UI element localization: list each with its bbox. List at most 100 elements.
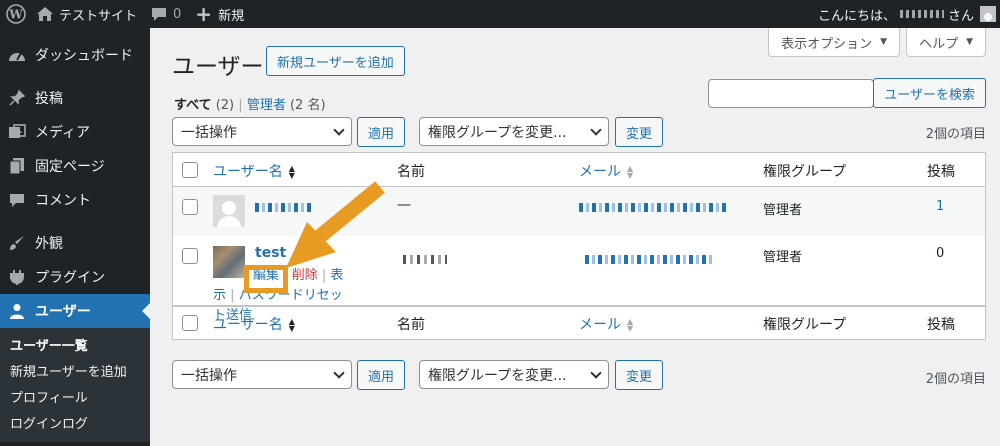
search-users-button[interactable]: ユーザーを検索 [873, 78, 986, 108]
column-username[interactable]: ユーザー名 ▲ ▼ [213, 314, 295, 334]
caret-down-icon: ▼ [966, 37, 973, 47]
annotation-highlight-box [244, 265, 288, 293]
my-account-link[interactable]: こんにちは、 さん [811, 0, 996, 28]
menu-appearance[interactable]: 外観 [0, 226, 150, 260]
submenu-add-new-user[interactable]: 新規ユーザーを追加 [0, 360, 150, 386]
delete-link[interactable]: 削除 [292, 268, 318, 283]
submenu-login-log[interactable]: ログインログ [0, 412, 150, 438]
submenu-all-users[interactable]: ユーザー一覧 [0, 334, 150, 360]
table-footer: ユーザー名 ▲ ▼ 名前 メール ▲ ▼ 権限グループ 投稿 [173, 306, 985, 339]
user-role-filters: すべて (2) | 管理者 (2 名) [174, 94, 326, 113]
posts-count-link[interactable]: 1 [936, 199, 944, 214]
row-checkbox[interactable] [182, 248, 198, 264]
menu-appearance-label: 外観 [35, 236, 63, 252]
apply-button-top[interactable]: 適用 [357, 117, 406, 147]
column-name: 名前 [397, 164, 425, 180]
menu-media[interactable]: メディア [0, 115, 150, 149]
email-link[interactable] [585, 252, 713, 268]
change-role-button-top[interactable]: 変更 [615, 117, 664, 147]
filter-separator: | [238, 98, 243, 113]
column-email[interactable]: メール ▲ ▼ [579, 314, 633, 334]
menu-media-label: メディア [35, 125, 91, 141]
help-button[interactable]: ヘルプ ▼ [906, 28, 986, 57]
users-table: ユーザー名 ▲ ▼ 名前 メール ▲ ▼ 権限グループ 投稿 — 管理者 1 test … [172, 152, 986, 340]
bulk-action-select-top[interactable]: 一括操作 [172, 117, 352, 146]
filter-all[interactable]: すべて [174, 98, 212, 113]
add-new-user-button[interactable]: 新規ユーザーを追加 [266, 46, 405, 76]
comment-bubble-icon [151, 7, 167, 22]
apply-button-bottom[interactable]: 適用 [357, 360, 406, 390]
username-blurred [899, 10, 944, 18]
change-role-select-bottom[interactable]: 権限グループを変更... [419, 360, 609, 389]
table-row: — 管理者 1 [173, 187, 985, 236]
menu-posts[interactable]: 投稿 [0, 81, 150, 115]
username-link[interactable] [255, 200, 313, 216]
admin-menu: ダッシュボード 投稿 メディア 固定ページ コメント 外観 プラグイン ユーザー… [0, 28, 150, 446]
user-icon [7, 301, 27, 321]
name-value: — [397, 197, 411, 213]
greeting-suffix: さん [947, 8, 974, 24]
users-submenu: ユーザー一覧 新規ユーザーを追加 プロフィール ログインログ [0, 328, 150, 442]
column-email-label: メール [579, 164, 621, 180]
table-header: ユーザー名 ▲ ▼ 名前 メール ▲ ▼ 権限グループ 投稿 [173, 153, 985, 187]
sort-icon: ▲ ▼ [288, 317, 295, 333]
greeting: こんにちは、 [817, 8, 896, 24]
column-email[interactable]: メール ▲ ▼ [579, 161, 633, 181]
item-count-top: 2個の項目 [925, 127, 986, 142]
page-title: ユーザー [172, 54, 264, 80]
select-all-checkbox[interactable] [182, 162, 198, 178]
bulk-action-value: 一括操作 [181, 367, 237, 384]
dashboard-icon [7, 45, 27, 65]
site-name-link[interactable]: テストサイト [30, 0, 144, 28]
menu-plugins-label: プラグイン [35, 270, 105, 286]
avatar [980, 6, 996, 22]
screen-options-label: 表示オプション [781, 36, 873, 52]
menu-comments[interactable]: コメント [0, 183, 150, 217]
wordpress-logo-icon[interactable]: W [2, 0, 30, 28]
chevron-down-icon [333, 124, 345, 136]
menu-dashboard[interactable]: ダッシュボード [0, 38, 150, 72]
change-role-value: 権限グループを変更... [428, 124, 567, 141]
username-link[interactable]: test [255, 245, 286, 261]
site-name: テストサイト [59, 8, 138, 24]
menu-users[interactable]: ユーザー [0, 294, 150, 328]
sort-icon: ▲ ▼ [627, 164, 634, 180]
screen-options-button[interactable]: 表示オプション ▼ [768, 28, 901, 57]
caret-down-icon: ▼ [880, 37, 888, 47]
sort-icon: ▲ ▼ [288, 164, 295, 180]
bulk-action-value: 一括操作 [181, 124, 237, 141]
media-icon [7, 122, 27, 142]
comments-link[interactable]: 0 [144, 0, 188, 28]
posts-count: 0 [936, 246, 945, 261]
menu-pages-label: 固定ページ [35, 159, 105, 175]
plus-icon: + [195, 2, 213, 26]
menu-dashboard-label: ダッシュボード [35, 48, 133, 64]
menu-plugins[interactable]: プラグイン [0, 260, 150, 294]
user-search-input[interactable] [708, 79, 874, 108]
column-username[interactable]: ユーザー名 ▲ ▼ [213, 161, 295, 181]
bulk-action-select-bottom[interactable]: 一括操作 [172, 360, 352, 389]
email-link[interactable] [579, 200, 729, 216]
menu-pages[interactable]: 固定ページ [0, 149, 150, 183]
submenu-profile[interactable]: プロフィール [0, 386, 150, 412]
change-role-select-top[interactable]: 権限グループを変更... [419, 117, 609, 146]
chevron-down-icon [590, 124, 602, 136]
pin-icon [7, 88, 27, 108]
column-posts: 投稿 [927, 317, 955, 333]
table-row: test 編集 | 削除 | 表示 | パスワードリセット送信 管理者 0 [173, 236, 985, 323]
row-checkbox[interactable] [182, 199, 198, 215]
svg-text:W: W [8, 8, 23, 22]
filter-admin[interactable]: 管理者 [247, 98, 286, 113]
name-blurred [403, 252, 447, 268]
column-username-label: ユーザー名 [213, 164, 283, 180]
brush-icon [7, 233, 27, 253]
change-role-button-bottom[interactable]: 変更 [615, 360, 664, 390]
role-value: 管理者 [763, 250, 803, 265]
column-name: 名前 [397, 317, 425, 333]
select-all-checkbox[interactable] [182, 315, 198, 331]
new-content-link[interactable]: + 新規 [188, 0, 251, 28]
item-count-bottom: 2個の項目 [925, 372, 986, 387]
help-label: ヘルプ [919, 36, 959, 52]
column-role: 権限グループ [763, 317, 847, 333]
column-role: 権限グループ [763, 164, 847, 180]
